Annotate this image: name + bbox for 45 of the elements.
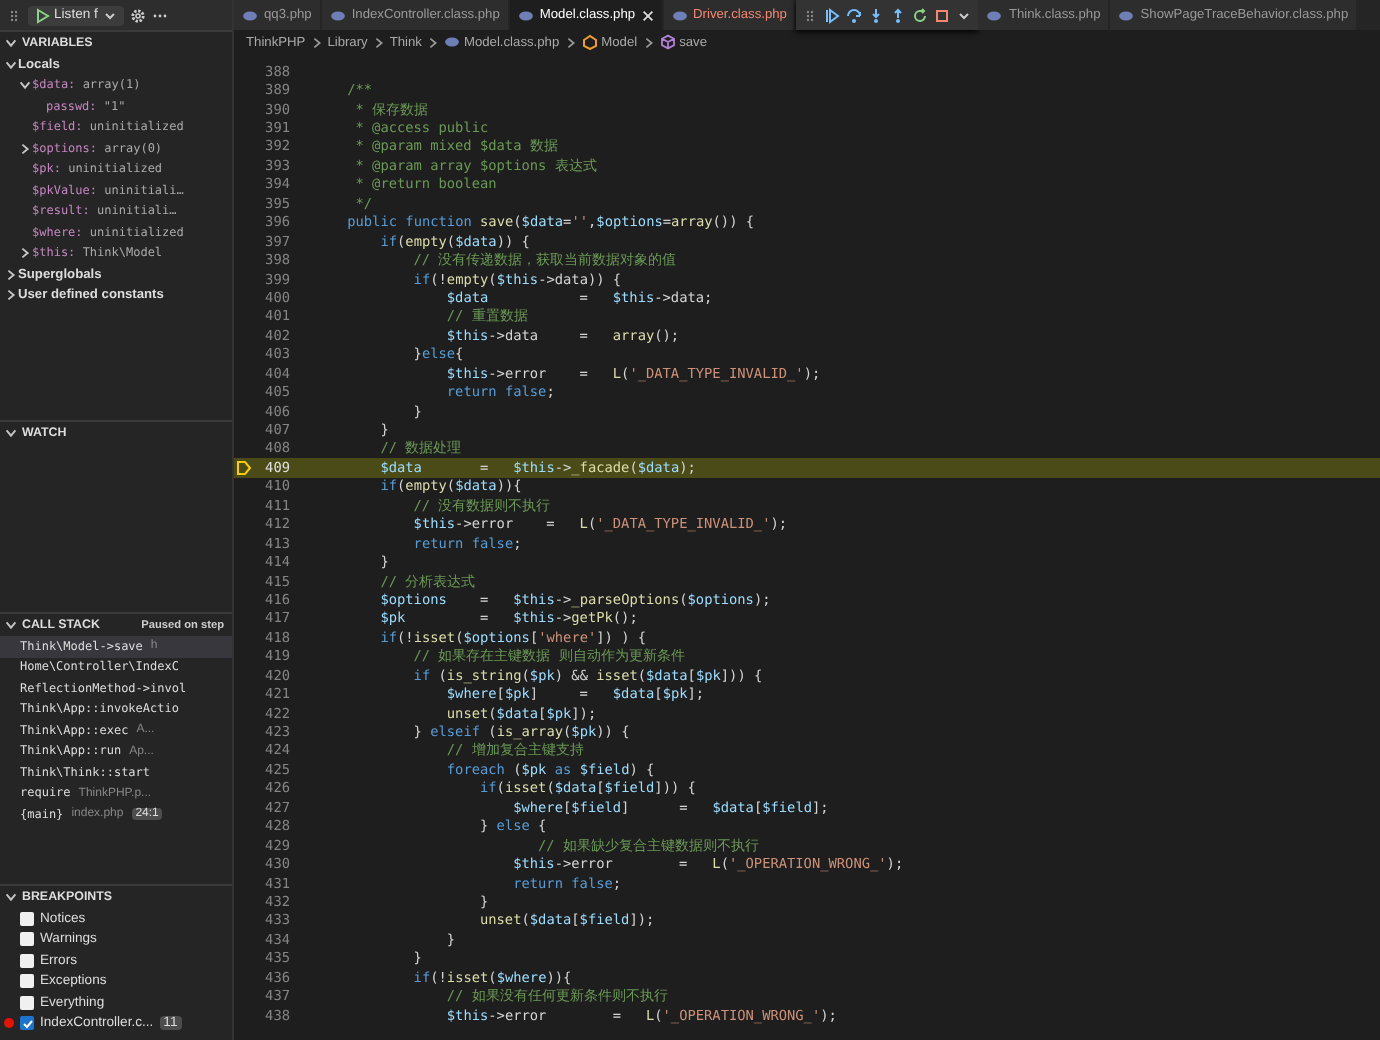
step-out-icon[interactable] xyxy=(890,7,907,23)
chevron-icon xyxy=(563,35,578,49)
chevron-icon xyxy=(425,35,440,49)
grip-icon[interactable] xyxy=(6,7,22,23)
current-line-arrow-icon xyxy=(236,459,252,476)
checkbox[interactable] xyxy=(20,995,34,1010)
class-icon xyxy=(581,34,598,50)
chevron-icon[interactable] xyxy=(18,246,32,261)
caret-icon[interactable] xyxy=(956,7,973,23)
caret-icon xyxy=(101,7,118,23)
chevron-icon xyxy=(309,35,324,49)
chevron-icon[interactable] xyxy=(4,426,18,440)
checkbox[interactable] xyxy=(20,1016,34,1031)
step-over-icon[interactable] xyxy=(846,7,863,23)
chevron-icon[interactable] xyxy=(18,141,32,156)
settings-icon[interactable] xyxy=(129,7,146,23)
chevron-icon[interactable] xyxy=(4,57,18,72)
chevron-icon[interactable] xyxy=(4,288,18,303)
checkbox[interactable] xyxy=(20,974,34,989)
chevron-icon[interactable] xyxy=(4,267,18,282)
php-file-icon xyxy=(1118,9,1135,21)
checkbox[interactable] xyxy=(20,953,34,968)
chevron-icon[interactable] xyxy=(4,890,18,904)
restart-icon[interactable] xyxy=(912,7,929,23)
chevron-icon xyxy=(641,35,656,49)
step-into-icon[interactable] xyxy=(868,7,885,23)
php-file-icon xyxy=(986,9,1003,21)
checkbox[interactable] xyxy=(20,911,34,926)
php-file-icon xyxy=(329,9,346,21)
php-file-icon xyxy=(671,9,688,21)
play-icon xyxy=(34,7,50,23)
php-file-icon xyxy=(517,9,534,21)
checkbox[interactable] xyxy=(20,932,34,947)
chevron-icon[interactable] xyxy=(18,78,32,93)
continue-icon[interactable] xyxy=(824,7,841,23)
php-file-icon xyxy=(443,36,460,48)
cube-icon xyxy=(659,34,676,50)
chevron-icon[interactable] xyxy=(4,618,18,632)
stop-icon[interactable] xyxy=(934,7,951,23)
breakpoint-dot xyxy=(4,1018,14,1029)
chevron-icon xyxy=(371,35,386,49)
close-icon[interactable] xyxy=(641,9,654,21)
grip-icon[interactable] xyxy=(802,7,819,23)
php-file-icon xyxy=(242,9,258,21)
chevron-icon[interactable] xyxy=(4,36,18,50)
